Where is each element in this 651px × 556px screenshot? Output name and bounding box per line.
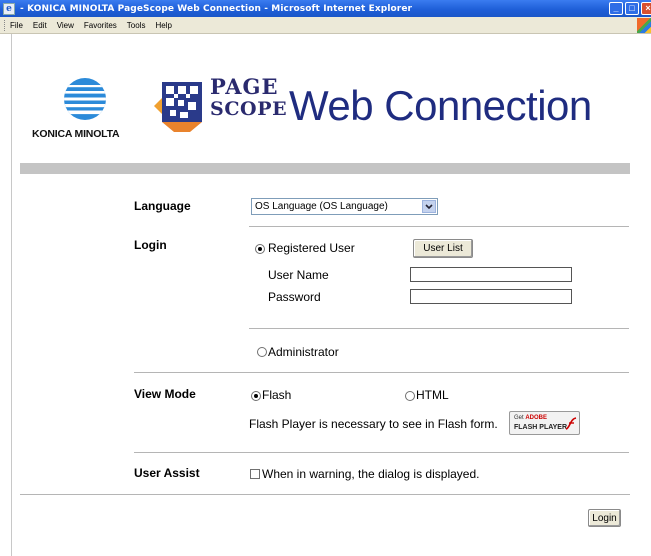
language-select-value: OS Language (OS Language)	[255, 201, 388, 212]
registered-user-radio[interactable]	[255, 244, 265, 254]
close-button[interactable]: ×	[641, 2, 651, 15]
password-label: Password	[268, 290, 321, 304]
pagescope-scope-text: SCOPE	[210, 98, 288, 120]
windows-logo-icon	[637, 18, 651, 33]
divider	[249, 328, 629, 329]
window-titlebar: e - KONICA MINOLTA PageScope Web Connect…	[0, 0, 651, 17]
flash-badge-adobe: ADOBE	[525, 415, 548, 421]
pagescope-logo-icon	[154, 82, 202, 132]
flash-player-icon	[565, 417, 577, 430]
konica-globe-icon	[64, 78, 106, 120]
user-assist-label: User Assist	[134, 466, 200, 480]
flash-label: Flash	[262, 388, 292, 402]
divider	[134, 372, 629, 373]
brand-text: KONICA MINOLTA	[32, 128, 120, 140]
flash-radio[interactable]	[251, 391, 261, 401]
menu-favorites[interactable]: Favorites	[84, 21, 117, 30]
flash-badge-name: FLASH PLAYER	[514, 424, 568, 431]
divider	[134, 452, 629, 453]
menu-edit[interactable]: Edit	[33, 21, 47, 30]
ie-app-icon[interactable]: e	[3, 2, 15, 15]
language-select[interactable]: OS Language (OS Language)	[251, 198, 438, 215]
konica-minolta-logo: KONICA MINOLTA	[32, 58, 152, 140]
minimize-button[interactable]: _	[609, 2, 623, 15]
chevron-down-icon[interactable]	[422, 200, 436, 213]
administrator-radio[interactable]	[257, 347, 267, 357]
divider	[249, 226, 629, 227]
get-flash-player-link[interactable]: Get ADOBE FLASH PLAYER	[509, 411, 580, 435]
login-label: Login	[134, 238, 167, 252]
menu-help[interactable]: Help	[155, 21, 171, 30]
html-radio[interactable]	[405, 391, 415, 401]
user-assist-checkbox[interactable]	[250, 469, 260, 479]
flash-note: Flash Player is necessary to see in Flas…	[249, 417, 498, 431]
user-name-input[interactable]	[410, 267, 572, 282]
registered-user-label: Registered User	[268, 241, 355, 255]
view-mode-label: View Mode	[134, 387, 196, 401]
maximize-button[interactable]: □	[625, 2, 639, 15]
menubar: File Edit View Favorites Tools Help	[0, 17, 651, 34]
toolbar-grip[interactable]	[4, 19, 6, 31]
user-name-label: User Name	[268, 268, 329, 282]
flash-badge-get: Get	[514, 415, 524, 421]
user-list-button[interactable]: User List	[413, 239, 473, 258]
language-label: Language	[134, 199, 191, 213]
login-button[interactable]: Login	[588, 509, 621, 527]
header-divider-band	[20, 163, 630, 174]
user-assist-text: When in warning, the dialog is displayed…	[262, 467, 480, 481]
menu-file[interactable]: File	[10, 21, 23, 30]
menu-view[interactable]: View	[57, 21, 74, 30]
pagescope-page-text: PAGE	[210, 74, 279, 99]
password-input[interactable]	[410, 289, 572, 304]
html-label: HTML	[416, 388, 449, 402]
left-divider	[11, 34, 12, 556]
divider	[20, 494, 630, 495]
product-title: Web Connection	[289, 82, 592, 129]
window-title: - KONICA MINOLTA PageScope Web Connectio…	[20, 3, 413, 14]
administrator-label: Administrator	[268, 345, 339, 359]
menu-tools[interactable]: Tools	[127, 21, 146, 30]
